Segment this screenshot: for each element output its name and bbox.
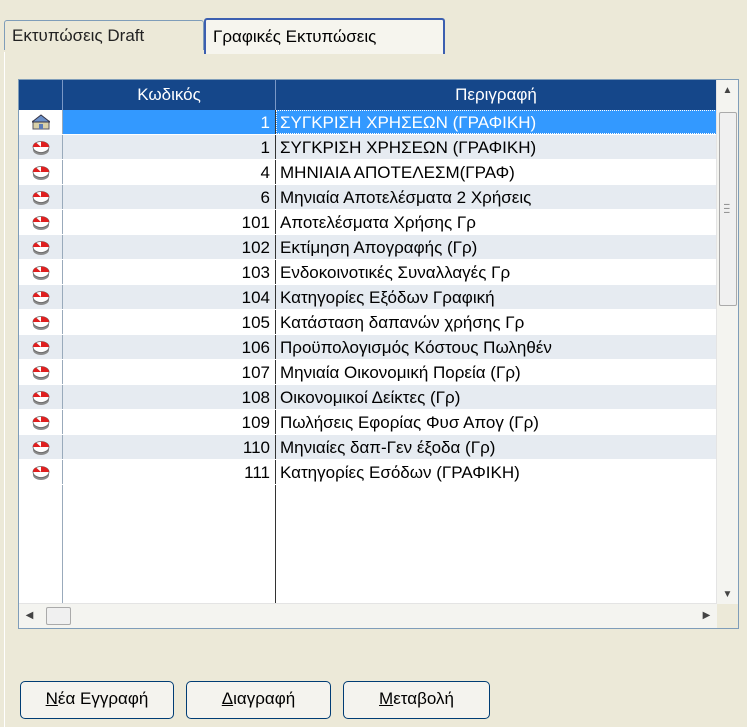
cell-code: 104: [63, 285, 276, 309]
cell-code: 106: [63, 335, 276, 359]
grip-icon: ‒ ‒ ‒: [724, 199, 730, 218]
chart-icon: [19, 385, 63, 409]
cell-description: Κατηγορίες Εξόδων Γραφική: [280, 288, 495, 307]
table-row[interactable]: 104 Κατηγορίες Εξόδων Γραφική: [19, 285, 717, 310]
chart-icon: [19, 185, 63, 209]
accel-key: Μ: [379, 689, 394, 708]
cell-code: 4: [63, 160, 276, 184]
table-row[interactable]: 101 Αποτελέσματα Χρήσης Γρ: [19, 210, 717, 235]
scroll-up-arrow-icon[interactable]: ▲: [717, 80, 738, 101]
grid-rows: 1 ΣΥΓΚΡΙΣΗ ΧΡΗΣΕΩΝ (ΓΡΑΦΙΚΗ) 1 ΣΥΓΚΡΙΣΗ ΧΡΗ…: [19, 110, 717, 485]
table-row[interactable]: 1 ΣΥΓΚΡΙΣΗ ΧΡΗΣΕΩΝ (ΓΡΑΦΙΚΗ): [19, 110, 717, 135]
accel-key: Ν: [45, 689, 58, 708]
scroll-left-arrow-icon[interactable]: ◀: [19, 604, 40, 628]
chart-icon: [19, 210, 63, 234]
chart-icon: [19, 135, 63, 159]
chart-icon: [19, 260, 63, 284]
cell-code: 108: [63, 385, 276, 409]
cell-description: Κατάσταση δαπανών χρήσης Γρ: [280, 313, 525, 332]
cell-description: Κατηγορίες Εσόδων (ΓΡΑΦΙΚΗ): [280, 463, 520, 482]
cell-description: Πωλήσεις Εφορίας Φυσ Απογ (Γρ): [280, 413, 539, 432]
cell-code: 101: [63, 210, 276, 234]
cell-code: 105: [63, 310, 276, 334]
table-row[interactable]: 103 Ενδοκοινοτικές Συναλλαγές Γρ: [19, 260, 717, 285]
new-record-button[interactable]: Νέα Εγγραφή: [20, 681, 174, 719]
cell-code: 111: [63, 460, 276, 484]
button-label: έα Εγγραφή: [57, 689, 149, 708]
cell-code: 1: [63, 135, 276, 159]
cell-description: ΣΥΓΚΡΙΣΗ ΧΡΗΣΕΩΝ (ΓΡΑΦΙΚΗ): [276, 110, 717, 134]
chart-icon: [19, 460, 63, 484]
scrollbar-corner: [717, 604, 738, 628]
button-label: ιαγραφή: [233, 689, 296, 708]
cell-code: 102: [63, 235, 276, 259]
table-row[interactable]: 105 Κατάσταση δαπανών χρήσης Γρ: [19, 310, 717, 335]
chart-icon: [19, 285, 63, 309]
chart-icon: [19, 410, 63, 434]
column-header-code[interactable]: Κωδικός: [63, 80, 276, 110]
vertical-scrollbar[interactable]: ▲ ‒ ‒ ‒ ▼: [716, 80, 738, 605]
table-row[interactable]: 106 Προϋπολογισμός Κόστους Πωληθέν: [19, 335, 717, 360]
scroll-right-arrow-icon[interactable]: ▶: [696, 604, 717, 628]
table-row[interactable]: 1 ΣΥΓΚΡΙΣΗ ΧΡΗΣΕΩΝ (ΓΡΑΦΙΚΗ): [19, 135, 717, 160]
cell-description: Μηνιαία Οικονομική Πορεία (Γρ): [280, 363, 521, 382]
tab-draft-prints[interactable]: Εκτυπώσεις Draft: [4, 20, 204, 50]
cell-description: Ενδοκοινοτικές Συναλλαγές Γρ: [280, 263, 511, 282]
table-row[interactable]: 6 Μηνιαία Αποτελέσματα 2 Χρήσεις: [19, 185, 717, 210]
chart-icon: [19, 335, 63, 359]
chart-icon: [19, 435, 63, 459]
cell-description: ΜΗΝΙΑΙΑ ΑΠΟΤΕΛΕΣΜ(ΓΡΑΦ): [280, 163, 515, 182]
cell-code: 103: [63, 260, 276, 284]
header-icon-column: [19, 80, 63, 110]
chart-icon: [19, 360, 63, 384]
table-row[interactable]: 108 Οικονομικοί Δείκτες (Γρ): [19, 385, 717, 410]
cell-code: 1: [63, 110, 276, 134]
edit-button[interactable]: Μεταβολή: [343, 681, 490, 719]
table-row[interactable]: 111 Κατηγορίες Εσόδων (ΓΡΑΦΙΚΗ): [19, 460, 717, 485]
delete-button[interactable]: Διαγραφή: [186, 681, 331, 719]
cell-description: Μηνιαίες δαπ-Γεν έξοδα (Γρ): [280, 438, 496, 457]
scroll-down-arrow-icon[interactable]: ▼: [717, 584, 738, 605]
reports-grid[interactable]: Κωδικός Περιγραφή 1 ΣΥΓΚΡΙΣΗ ΧΡΗΣΕΩΝ (ΓΡΑ…: [18, 79, 739, 629]
chart-icon: [19, 310, 63, 334]
home-icon: [19, 110, 63, 134]
table-row[interactable]: 109 Πωλήσεις Εφορίας Φυσ Απογ (Γρ): [19, 410, 717, 435]
table-row[interactable]: 107 Μηνιαία Οικονομική Πορεία (Γρ): [19, 360, 717, 385]
cell-description: ΣΥΓΚΡΙΣΗ ΧΡΗΣΕΩΝ (ΓΡΑΦΙΚΗ): [280, 138, 537, 157]
grid-header: Κωδικός Περιγραφή: [19, 80, 717, 110]
table-row[interactable]: 110 Μηνιαίες δαπ-Γεν έξοδα (Γρ): [19, 435, 717, 460]
button-label: εταβολή: [393, 689, 454, 708]
tab-strip: Εκτυπώσεις Draft Γραφικές Εκτυπώσεις: [4, 18, 743, 54]
cell-description: Προϋπολογισμός Κόστους Πωληθέν: [280, 338, 552, 357]
chart-icon: [19, 235, 63, 259]
cell-description: Αποτελέσματα Χρήσης Γρ: [280, 213, 476, 232]
cell-description: Οικονομικοί Δείκτες (Γρ): [280, 388, 461, 407]
cell-description: Εκτίμηση Απογραφής (Γρ): [280, 238, 478, 257]
vertical-scroll-thumb[interactable]: ‒ ‒ ‒: [719, 112, 737, 306]
cell-code: 107: [63, 360, 276, 384]
cell-code: 6: [63, 185, 276, 209]
cell-code: 110: [63, 435, 276, 459]
cell-code: 109: [63, 410, 276, 434]
cell-description: Μηνιαία Αποτελέσματα 2 Χρήσεις: [280, 188, 532, 207]
table-row[interactable]: 102 Εκτίμηση Απογραφής (Γρ): [19, 235, 717, 260]
chart-icon: [19, 160, 63, 184]
grid-empty-area: [19, 485, 717, 605]
horizontal-scrollbar[interactable]: ◀ ▶: [19, 603, 717, 628]
table-row[interactable]: 4 ΜΗΝΙΑΙΑ ΑΠΟΤΕΛΕΣΜ(ΓΡΑΦ): [19, 160, 717, 185]
horizontal-scroll-thumb[interactable]: [46, 607, 71, 625]
tab-graphic-prints[interactable]: Γραφικές Εκτυπώσεις: [204, 18, 445, 54]
accel-key: Δ: [221, 689, 234, 708]
column-header-description[interactable]: Περιγραφή: [276, 80, 717, 110]
